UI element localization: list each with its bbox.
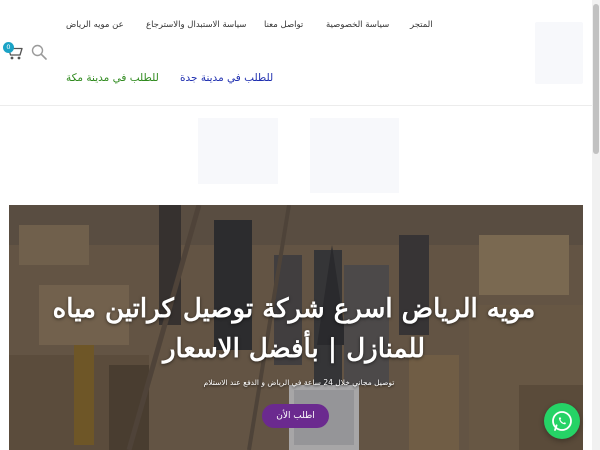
order-now-button[interactable]: اطلب الأن <box>262 404 329 428</box>
order-makkah-link[interactable]: للطلب في مدينة مكة <box>66 72 159 84</box>
nav-item-contact[interactable]: تواصل معنا <box>264 20 303 30</box>
nav-item-return-policy[interactable]: سياسة الاستبدال والاسترجاع <box>146 20 246 30</box>
hero-subtitle: توصيل مجاني خلال 24 ساعة في الرياض و الد… <box>203 378 395 387</box>
scrollbar-thumb[interactable] <box>593 4 599 154</box>
site-header: المتجر سياسة الخصوصية تواصل معنا سياسة ا… <box>0 0 592 106</box>
nav-item-store[interactable]: المتجر <box>410 20 433 30</box>
whatsapp-button[interactable] <box>544 403 580 439</box>
order-jeddah-link[interactable]: للطلب في مدينة جدة <box>180 72 273 84</box>
search-icon[interactable] <box>31 44 47 60</box>
image-placeholder <box>198 118 278 184</box>
nav-item-about[interactable]: عن مويه الرياض <box>66 20 124 30</box>
hero-title: مويه الرياض اسرع شركة توصيل كراتين مياه … <box>52 294 536 364</box>
nav-item-privacy-policy[interactable]: سياسة الخصوصية <box>326 20 389 30</box>
site-logo[interactable] <box>535 22 583 84</box>
hero-banner: مويه الرياض اسرع شركة توصيل كراتين مياه … <box>9 205 583 450</box>
page-scrollbar[interactable] <box>592 0 600 450</box>
whatsapp-icon <box>544 411 580 443</box>
cart-count-badge: 0 <box>3 42 14 53</box>
image-placeholder <box>310 118 399 193</box>
